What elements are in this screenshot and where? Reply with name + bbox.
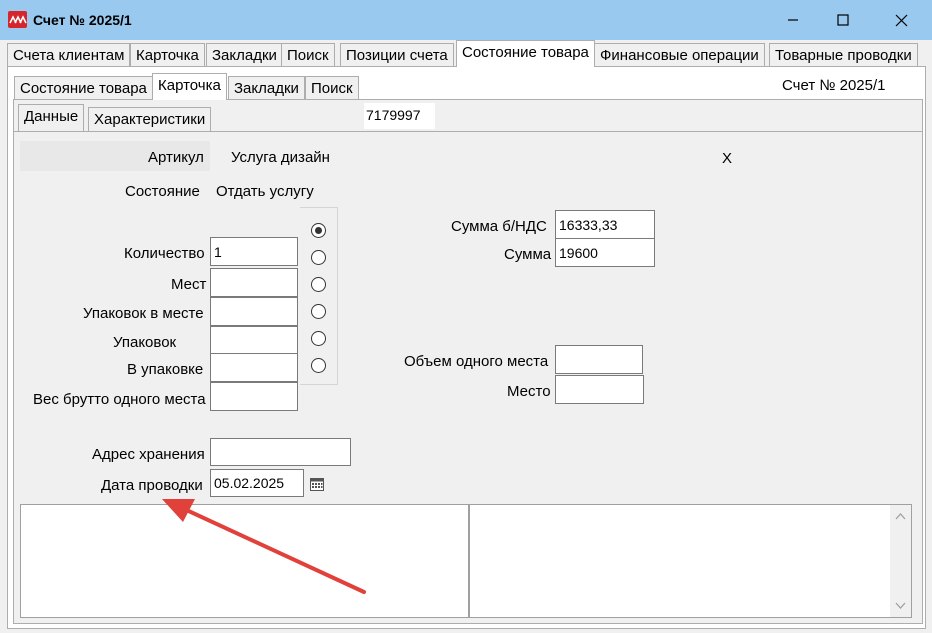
tab-goods-state[interactable]: Состояние товара bbox=[456, 40, 595, 67]
annotation-arrow-icon bbox=[162, 499, 366, 594]
subtab-card[interactable]: Карточка bbox=[152, 73, 227, 100]
innertab-data[interactable]: Данные bbox=[18, 104, 85, 131]
